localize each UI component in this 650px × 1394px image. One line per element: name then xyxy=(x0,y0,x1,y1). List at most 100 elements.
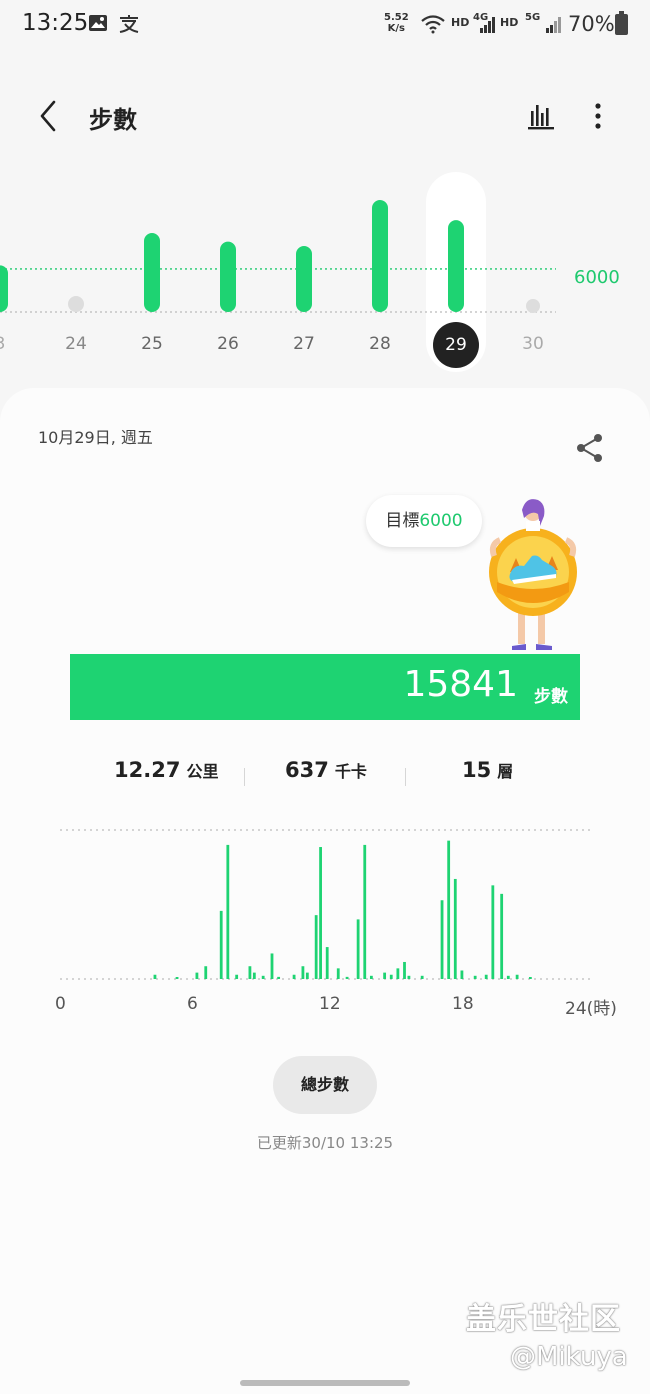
speed-unit: K/s xyxy=(387,23,406,34)
hour-bar xyxy=(491,885,495,979)
image-icon xyxy=(88,14,108,37)
target-line-label: 6000 xyxy=(574,267,620,288)
hour-bar xyxy=(389,974,393,979)
day-label[interactable]: 28 xyxy=(355,334,405,354)
alipay-icon xyxy=(118,14,140,39)
hour-bar xyxy=(248,966,252,979)
back-button[interactable] xyxy=(30,96,70,136)
calories-value: 637 xyxy=(285,758,329,782)
stats-row: 12.27 公里 637 千卡 15 層 xyxy=(0,758,650,798)
calories-unit: 千卡 xyxy=(334,762,367,781)
hour-bar xyxy=(226,844,230,979)
weekly-steps-chart[interactable]: 6000 3 24 25 26 27 28 29 30 xyxy=(0,160,650,380)
hour-bar xyxy=(319,847,322,979)
wifi-icon xyxy=(420,14,446,39)
daily-detail-card: 10月29日, 週五 目標6000 15841 步數 12.27 公里 637 千卡… xyxy=(0,388,650,1394)
day-label[interactable]: 29 xyxy=(431,322,481,368)
hour-bar xyxy=(261,975,265,979)
page-title: 步數 xyxy=(89,106,137,134)
share-button[interactable] xyxy=(572,430,608,466)
hour-bar xyxy=(407,975,411,979)
daily-steps-bar: 15841 步數 xyxy=(70,654,580,720)
day-bar[interactable] xyxy=(0,265,8,312)
hour-bar xyxy=(301,966,305,979)
hour-bar xyxy=(153,974,157,979)
hour-bar xyxy=(305,972,309,979)
hour-bar xyxy=(235,974,239,979)
signal-icon-2 xyxy=(544,16,562,39)
stats-divider-1 xyxy=(244,768,245,786)
hour-axis-label: 12 xyxy=(319,994,341,1014)
hour-bar xyxy=(175,977,179,979)
steps-count: 15841 xyxy=(403,664,518,705)
hour-bar xyxy=(440,900,444,979)
more-vertical-icon xyxy=(595,103,601,129)
hour-bar xyxy=(219,910,223,979)
hour-bar xyxy=(453,878,457,979)
hour-bar xyxy=(195,972,199,979)
hour-bar xyxy=(500,893,504,979)
hour-bar xyxy=(345,976,349,979)
hour-bar xyxy=(336,968,340,979)
distance-value: 12.27 xyxy=(114,758,181,782)
hour-bar xyxy=(396,968,400,979)
hour-bar xyxy=(506,975,510,979)
trends-button[interactable] xyxy=(521,96,561,136)
goal-bubble: 目標6000 xyxy=(366,495,482,547)
day-bar[interactable] xyxy=(144,233,160,312)
hour-bar xyxy=(277,976,281,979)
status-time: 13:25 xyxy=(22,10,89,36)
hd-label-2: HD xyxy=(500,16,519,29)
hour-bar xyxy=(369,975,373,979)
day-bar[interactable] xyxy=(296,245,312,312)
speed-value: 5.52 xyxy=(384,12,409,23)
steps-unit: 步數 xyxy=(534,687,568,707)
distance-unit: 公里 xyxy=(186,762,219,781)
day-label[interactable]: 27 xyxy=(279,334,329,354)
day-bar[interactable] xyxy=(372,200,388,312)
floors-unit: 層 xyxy=(497,762,514,781)
day-label[interactable]: 26 xyxy=(203,334,253,354)
day-bar[interactable] xyxy=(526,299,540,313)
hour-axis-label: 6 xyxy=(187,994,198,1014)
hour-bar xyxy=(292,974,296,979)
hour-bar xyxy=(484,974,488,979)
floors-stat: 15 層 xyxy=(462,758,513,782)
status-bar: 13:25 5.52 K/s HD 4G HD 5G 70% xyxy=(0,0,650,52)
battery-icon xyxy=(615,11,628,35)
hour-axis-label: 24(時) xyxy=(565,999,617,1019)
hour-bar xyxy=(473,975,477,979)
signal-icon xyxy=(478,16,496,39)
hour-bar xyxy=(403,961,406,979)
hour-bar xyxy=(528,977,532,979)
watermark-user: @Mikuya xyxy=(510,1342,628,1372)
hour-bar xyxy=(515,974,519,979)
hour-bar xyxy=(420,975,424,979)
selected-date: 10月29日, 週五 xyxy=(38,428,153,447)
hour-bar xyxy=(363,844,367,979)
hour-bar xyxy=(447,840,451,979)
total-steps-button[interactable]: 總步數 xyxy=(273,1056,377,1114)
hour-bar xyxy=(356,919,360,979)
day-label[interactable]: 30 xyxy=(508,334,558,354)
day-bar[interactable] xyxy=(220,241,236,312)
day-bar[interactable] xyxy=(448,220,464,312)
share-icon xyxy=(577,434,602,462)
hour-bar xyxy=(270,953,274,979)
watermark-title: 盖乐世社区 xyxy=(466,1302,621,1337)
day-bar[interactable] xyxy=(68,296,84,312)
hour-axis-label: 18 xyxy=(452,994,474,1014)
bar-chart-icon xyxy=(528,105,554,130)
hour-bar xyxy=(460,970,464,979)
hour-bar xyxy=(204,966,208,979)
home-indicator[interactable] xyxy=(240,1380,410,1386)
day-label[interactable]: 25 xyxy=(127,334,177,354)
calories-stat: 637 千卡 xyxy=(285,758,367,782)
network-speed: 5.52 K/s xyxy=(384,12,409,34)
distance-stat: 12.27 公里 xyxy=(114,758,218,782)
more-options-button[interactable] xyxy=(578,96,618,136)
day-label[interactable]: 24 xyxy=(51,334,101,354)
goal-mascot-illustration xyxy=(489,499,577,650)
goal-value: 6000 xyxy=(419,511,463,531)
day-label[interactable]: 3 xyxy=(0,334,25,354)
